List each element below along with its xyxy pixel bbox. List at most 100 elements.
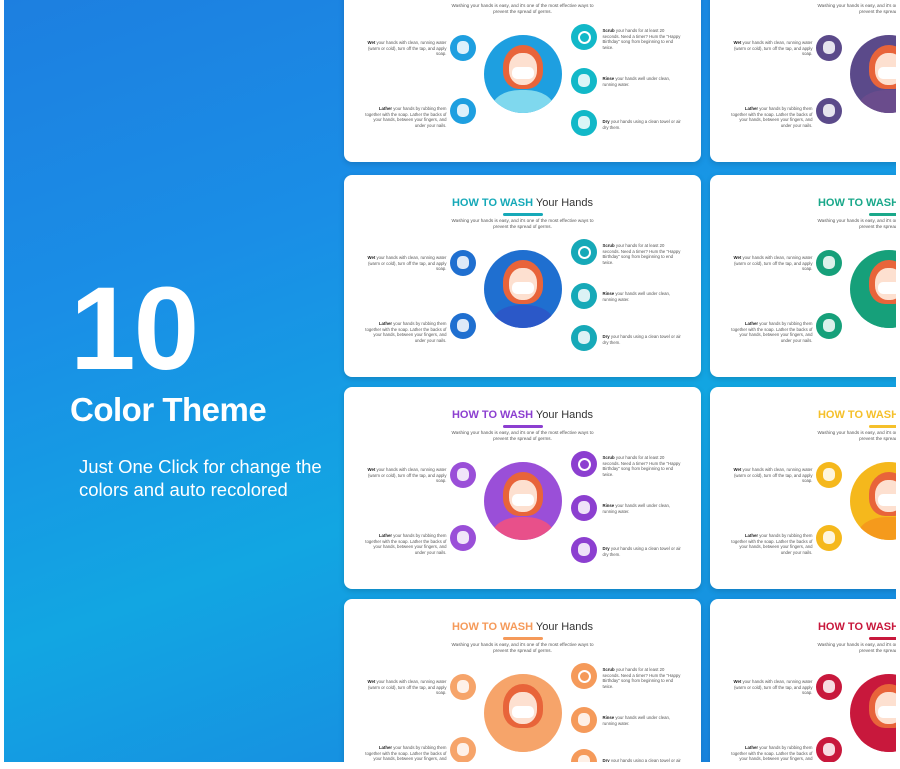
scrub-step-label: Scrub [602,667,615,672]
slide-title-rest: Your Hands [533,621,593,633]
wet-hands-icon [449,462,476,488]
scrub-step-text: Scrub your hands for at least 20 seconds… [603,455,683,477]
lather-step-label: Lather [378,321,393,326]
body-shape [491,305,554,328]
lather-step-label: Lather [744,745,759,750]
wet-hands-icon [815,35,842,61]
lather-hands-icon [815,313,842,339]
slide-title: HOW TO WASH Your Hands [710,409,896,421]
lather-step-label: Lather [744,106,759,111]
slide-title: HOW TO WASH Your Hands [344,197,701,209]
body-shape [857,517,896,540]
slide-preview: HOW TO WASH Your Hands Washing your hands… [344,387,701,589]
lather-step-text: Lather your hands by rubbing them togeth… [730,321,812,343]
scrub-step-label: Scrub [602,455,615,460]
wet-step-text: Wet your hands with clean, running water… [730,255,813,272]
dry-step-label: Dry [602,119,610,124]
rinse-hands-icon [570,707,597,733]
dry-step-text: Dry your hands using a clean towel or ai… [603,119,683,130]
wet-step-text: Wet your hands with clean, running water… [364,679,447,696]
rinse-hands-icon [570,283,597,309]
face-mask-icon [511,282,534,294]
face-mask-icon [511,706,534,718]
wet-step-body: your hands with clean, running water (wa… [734,255,813,272]
lather-step-body: your hands by rubbing them together with… [365,745,447,762]
slide-description: Washing your hands is easy, and it's one… [451,3,594,14]
lather-hands-icon [815,98,842,124]
hero-title: Color Theme [70,391,267,428]
dry-step-body: your hands using a clean towel or air dr… [602,119,681,130]
scrub-step-body: your hands for at least 20 seconds. Need… [602,28,681,50]
hero-block: 10 Color Theme [70,270,267,428]
wet-step-text: Wet your hands with clean, running water… [730,679,813,696]
portrait-circle [483,462,562,540]
wet-step-body: your hands with clean, running water (wa… [368,467,447,484]
lather-step-text: Lather your hands by rubbing them togeth… [730,106,813,128]
wet-step-text: Wet your hands with clean, running water… [730,40,813,57]
face-mask-icon [511,494,534,506]
lather-hands-icon [449,737,476,762]
lather-step-label: Lather [744,533,759,538]
lather-step-body: your hands by rubbing them together with… [365,533,447,555]
wet-step-text: Wet your hands with clean, running water… [364,40,447,57]
body-shape [857,729,896,752]
wet-step-body: your hands with clean, running water (wa… [734,40,813,57]
wet-step-body: your hands with clean, running water (wa… [368,255,447,272]
dry-step-text: Dry your hands using a clean towel or ai… [603,334,683,345]
slide-title-accent: HOW TO WASH [817,197,896,209]
slide-description: Washing your hands is easy, and it's one… [817,430,897,441]
rinse-step-label: Rinse [602,76,615,81]
lather-step-body: your hands by rubbing them together with… [365,321,447,343]
face-mask-icon [511,67,534,79]
wet-step-text: Wet your hands with clean, running water… [364,255,447,272]
lather-step-text: Lather your hands by rubbing them togeth… [730,745,812,762]
dry-step-label: Dry [602,334,610,339]
portrait-circle [483,674,562,752]
body-shape [857,305,896,328]
portrait-circle [483,250,562,328]
slide-preview: HOW TO WASH Your Hands Washing your hands… [710,599,896,762]
title-underline [868,425,896,428]
timer-icon [570,24,597,50]
slide-title-accent: HOW TO WASH [451,197,534,209]
scrub-step-text: Scrub your hands for at least 20 seconds… [603,243,683,265]
body-shape [491,729,554,752]
wet-step-body: your hands with clean, running water (wa… [368,40,447,57]
timer-icon [570,239,597,265]
rinse-step-text: Rinse your hands well under clean, runni… [603,291,683,302]
wet-hands-icon [449,35,476,61]
scrub-step-text: Scrub your hands for at least 20 seconds… [603,667,683,689]
lather-step-text: Lather your hands by rubbing them togeth… [730,533,812,555]
wet-hands-icon [449,250,476,276]
scrub-step-body: your hands for at least 20 seconds. Need… [602,667,681,689]
scrub-step-label: Scrub [602,28,615,33]
rinse-hands-icon [570,495,597,521]
lather-hands-icon [449,98,476,124]
wet-step-body: your hands with clean, running water (wa… [734,679,813,696]
slide-title: HOW TO WASH Your Hands [344,621,701,633]
scrub-step-body: your hands for at least 20 seconds. Need… [602,455,681,477]
lather-hands-icon [815,737,842,762]
scrub-step-text: Scrub your hands for at least 20 seconds… [603,28,683,50]
body-shape [857,90,896,113]
dry-hands-icon [570,110,597,136]
title-underline [502,637,543,640]
portrait-circle [849,250,896,328]
slide-title: HOW TO WASH Your Hands [710,621,896,633]
lather-step-label: Lather [378,533,393,538]
slide-title-accent: HOW TO WASH [451,409,534,421]
slide-description: Washing your hands is easy, and it's one… [451,430,594,441]
slide-title-accent: HOW TO WASH [451,621,534,633]
slide-preview: HOW TO WASH Your Hands Washing your hands… [344,175,701,377]
face-mask-icon [877,494,896,506]
slide-preview: HOW TO WASH Your Hands Washing your hands… [710,175,896,377]
lather-step-text: Lather your hands by rubbing them togeth… [364,321,447,343]
portrait-circle [483,35,562,113]
lather-step-label: Lather [378,745,393,750]
rinse-step-text: Rinse your hands well under clean, runni… [603,76,683,87]
rinse-hands-icon [570,68,597,94]
slide-preview: Washing your hands is easy, and it's one… [710,0,896,162]
slide-description: Washing your hands is easy, and it's one… [817,218,897,229]
dry-step-label: Dry [602,758,610,762]
lather-step-body: your hands by rubbing them together with… [731,106,813,128]
